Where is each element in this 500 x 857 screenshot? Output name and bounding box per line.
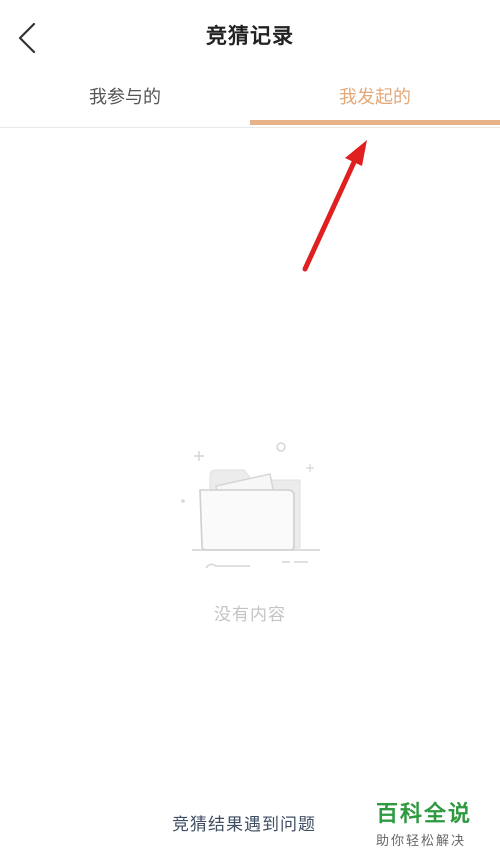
watermark-title: 百科全说 <box>376 802 473 827</box>
watermark: 百科全说 助你轻松解决 <box>376 796 488 849</box>
empty-folder-icon <box>178 438 328 582</box>
watermark-subtitle: 助你轻松解决 <box>376 834 467 849</box>
annotation-arrow-icon <box>302 140 367 272</box>
empty-state-text: 没有内容 <box>214 605 286 625</box>
problem-report-link[interactable]: 竞猜结果遇到问题 <box>172 810 316 835</box>
